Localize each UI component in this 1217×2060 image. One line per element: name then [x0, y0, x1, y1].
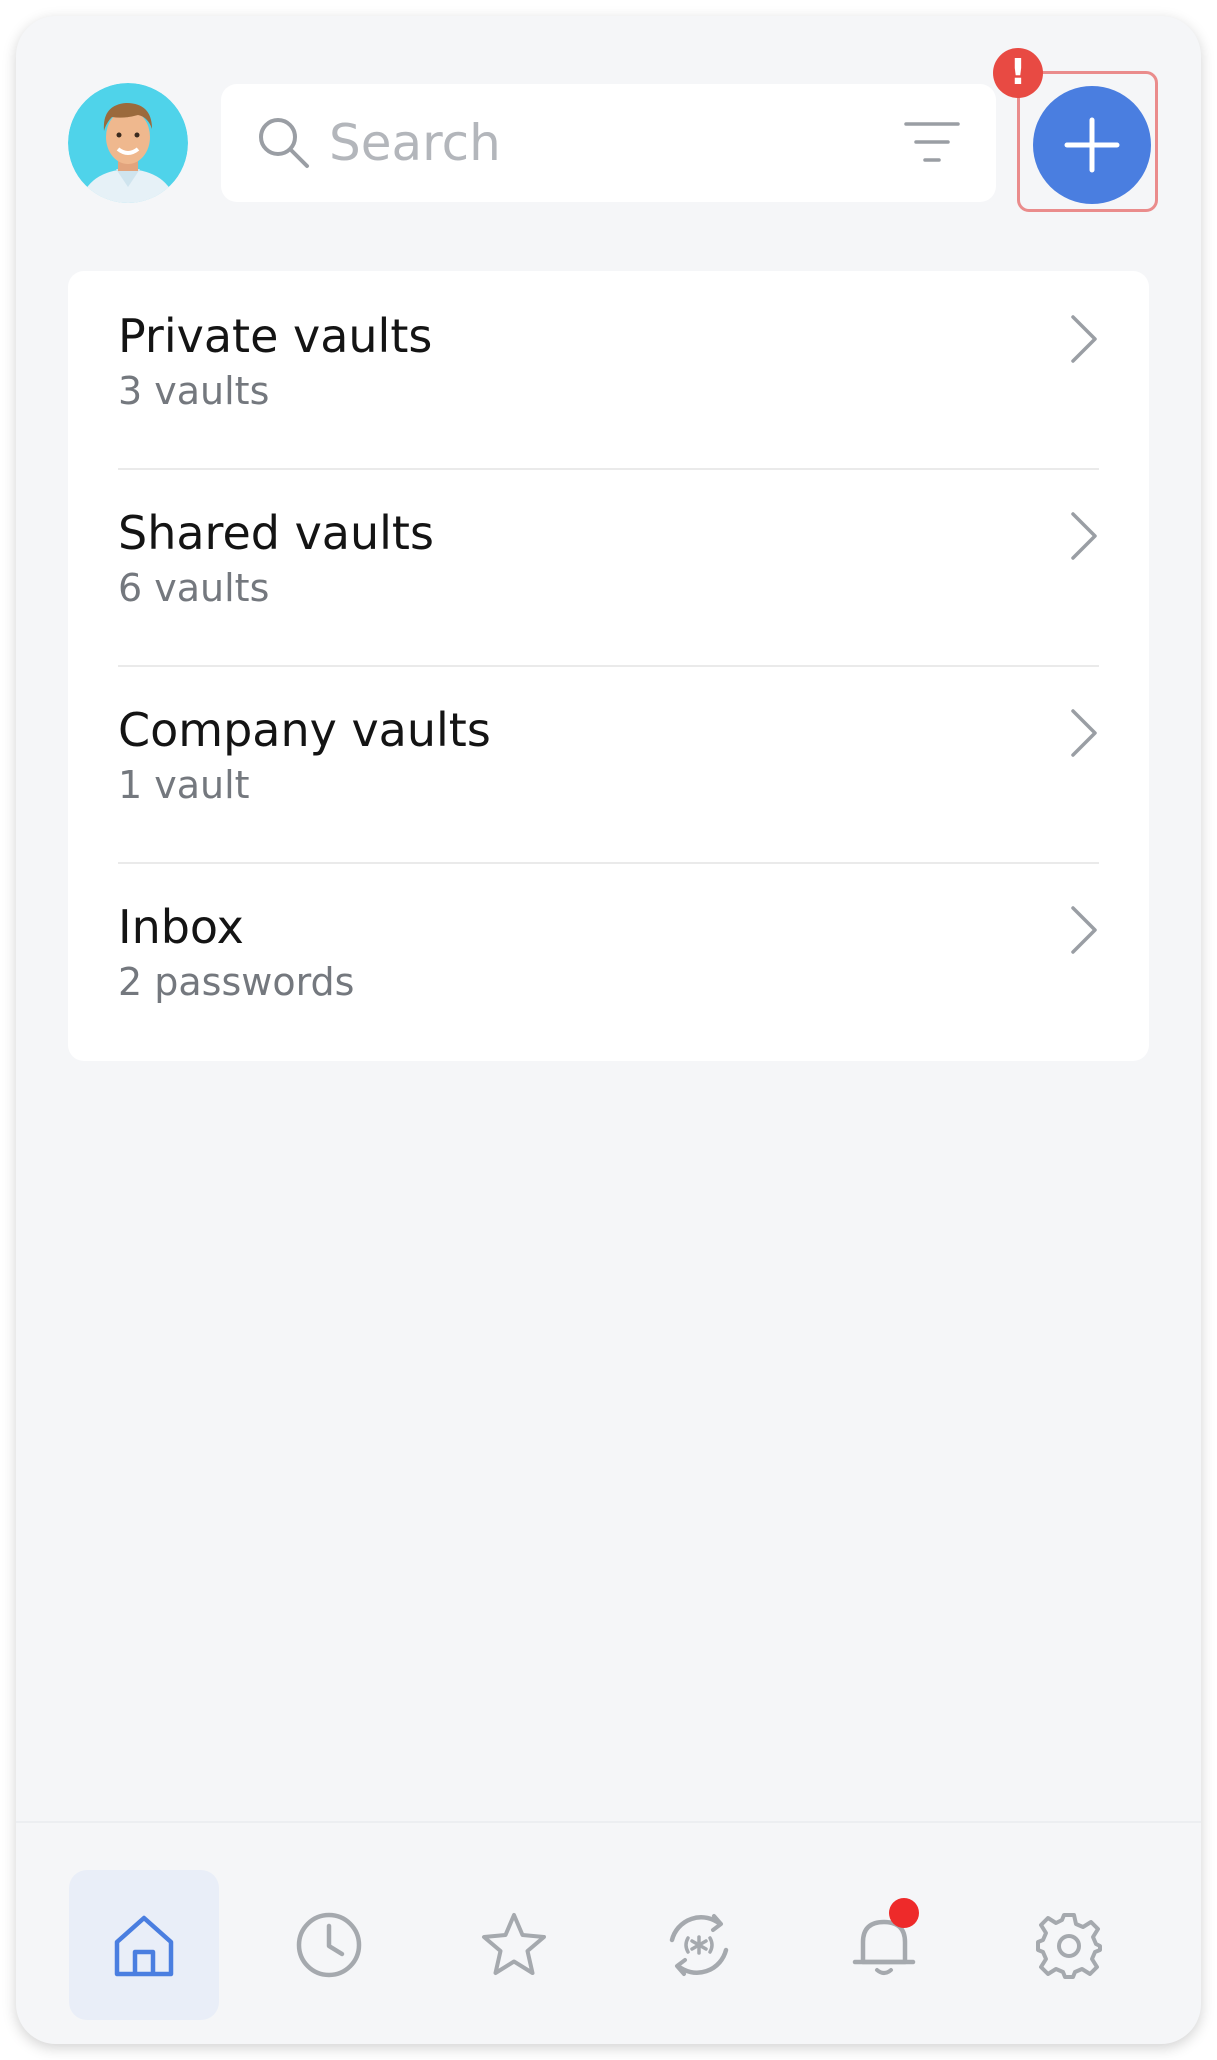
nav-favorites[interactable] — [439, 1870, 589, 2020]
chevron-right-icon — [1069, 510, 1099, 566]
generator-icon — [669, 1914, 729, 1976]
search-input[interactable]: Search — [329, 113, 501, 173]
list-item-subtitle: 1 vault — [118, 763, 250, 807]
add-button-highlight — [1017, 71, 1158, 212]
app-window: Search ! Private vaults 3 vaults Shared … — [16, 16, 1201, 2044]
chevron-right-icon — [1069, 707, 1099, 763]
nav-generator[interactable] — [624, 1870, 774, 2020]
list-item-title: Private vaults — [118, 309, 433, 363]
list-item-shared-vaults[interactable]: Shared vaults 6 vaults — [68, 468, 1149, 665]
avatar[interactable] — [68, 83, 188, 203]
list-item-company-vaults[interactable]: Company vaults 1 vault — [68, 665, 1149, 862]
list-item-private-vaults[interactable]: Private vaults 3 vaults — [68, 271, 1149, 468]
list-item-inbox[interactable]: Inbox 2 passwords — [68, 862, 1149, 1059]
filter-icon[interactable] — [904, 120, 960, 170]
home-icon — [114, 1915, 174, 1977]
gear-icon — [1036, 1913, 1102, 1979]
add-button[interactable] — [1033, 86, 1151, 204]
search-icon — [253, 112, 313, 176]
list-item-subtitle: 3 vaults — [118, 369, 270, 413]
nav-settings[interactable] — [994, 1870, 1144, 2020]
list-item-subtitle: 2 passwords — [118, 960, 355, 1004]
alert-badge: ! — [993, 48, 1043, 98]
avatar-image — [68, 83, 188, 203]
clock-icon — [296, 1912, 362, 1978]
bottom-nav — [16, 1823, 1201, 2044]
nav-notifications[interactable] — [809, 1870, 959, 2020]
nav-home[interactable] — [69, 1870, 219, 2020]
list-item-subtitle: 6 vaults — [118, 566, 270, 610]
notification-badge — [889, 1898, 919, 1928]
list-item-title: Inbox — [118, 900, 244, 954]
star-icon — [482, 1913, 546, 1975]
search-bar[interactable]: Search — [221, 84, 996, 202]
vault-list: Private vaults 3 vaults Shared vaults 6 … — [68, 271, 1149, 1061]
plus-icon — [1064, 117, 1120, 173]
chevron-right-icon — [1069, 904, 1099, 960]
list-item-title: Company vaults — [118, 703, 491, 757]
list-item-title: Shared vaults — [118, 506, 434, 560]
nav-recent[interactable] — [254, 1870, 404, 2020]
chevron-right-icon — [1069, 313, 1099, 369]
